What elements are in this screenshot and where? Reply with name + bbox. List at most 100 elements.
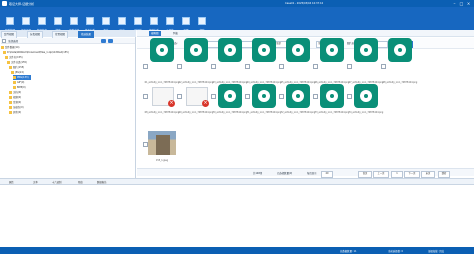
folder-icon <box>3 51 6 54</box>
app-logo-icon <box>2 1 7 6</box>
folder-icon <box>13 81 16 84</box>
thumbnail-image <box>216 82 244 110</box>
pager: 共148条 已选择数量(0) 每页显示 40 首页 上一页 1 下一页 末页 跳… <box>137 168 474 178</box>
gear-icon <box>218 38 242 62</box>
gear-icon <box>252 84 276 108</box>
broken-image-icon: × <box>186 87 209 107</box>
tree-node-label: 文件夹(155) <box>9 56 23 59</box>
thumbnail[interactable]: 73_activity_icon_74875d4d.png <box>313 82 351 117</box>
thumbnail-checkbox[interactable] <box>143 64 148 69</box>
tree-node[interactable]: 其他(0) <box>9 110 23 115</box>
thumbnail-checkbox[interactable] <box>313 64 318 69</box>
thumbnail-image <box>386 36 414 64</box>
status-bar: 总数据数量: 11 当前选择数: 0 证据加载: 完成 <box>0 247 474 254</box>
thumbnail[interactable]: × 68_activity_icon_74875d4d.png <box>143 82 181 117</box>
folder-icon <box>9 101 12 104</box>
gear-icon <box>388 38 412 62</box>
thumbnail-checkbox[interactable] <box>177 64 182 69</box>
refresh-icon[interactable] <box>101 39 106 43</box>
thumbnail-image: × <box>148 82 176 110</box>
thumbnail-caption: 155_1.jpeg <box>155 159 169 162</box>
error-icon: × <box>202 100 209 107</box>
next-page-button[interactable]: 下一页 <box>404 170 420 178</box>
thumbnail-image <box>148 36 176 64</box>
thumbnail-image <box>352 82 380 110</box>
add-evidence-icon <box>22 17 30 25</box>
building-shape <box>156 135 170 155</box>
gear-cog-shape <box>360 90 372 102</box>
tree-node-label: 压缩包(0) <box>13 106 24 109</box>
report-icon <box>102 17 110 25</box>
thumbnail[interactable]: 72_activity_icon_74875d4d.png <box>279 82 317 117</box>
last-page-button[interactable]: 末页 <box>421 170 435 178</box>
thumbnail-grid: 61_activity_icon_74875d4d.png 62_activity… <box>137 38 474 167</box>
gear-icon <box>150 38 174 62</box>
first-page-button[interactable]: 首页 <box>358 170 372 178</box>
gear-icon <box>184 38 208 62</box>
thumbnail-caption: 74_activity_icon_74875d4d.png <box>348 111 384 114</box>
maximize-icon[interactable]: □ <box>459 1 464 6</box>
gear-icon <box>286 84 310 108</box>
thumbnail-image <box>284 36 312 64</box>
search-icon <box>54 17 62 25</box>
gear-hole-shape <box>364 94 368 98</box>
page-number-input[interactable]: 1 <box>391 170 403 178</box>
thumbnail-checkbox[interactable] <box>245 64 250 69</box>
close-icon[interactable]: × <box>466 1 471 6</box>
link-icon <box>150 17 158 25</box>
folder-icon <box>11 71 14 74</box>
select-all-label: 全部选择 <box>8 39 19 43</box>
left-toolbar: 全部选择 <box>1 38 135 44</box>
minimize-icon[interactable]: – <box>452 1 457 6</box>
total-count: 共148条 <box>253 172 263 175</box>
folder-icon <box>13 76 16 79</box>
ribbon-toolbar: 案件管理添加证据数据恢复搜索文件过滤签名分析报告导出时间线关联分析工具集设置帮助 <box>0 7 474 32</box>
gear-cog-shape <box>224 44 236 56</box>
thumbnail-checkbox[interactable] <box>347 64 352 69</box>
thumbnail-image <box>318 36 346 64</box>
go-button[interactable]: 跳转 <box>438 170 450 178</box>
folder-icon <box>9 111 12 114</box>
tree-node-label: 图片(155) <box>13 66 25 69</box>
select-all-checkbox[interactable] <box>2 39 6 43</box>
thumbnail-checkbox[interactable] <box>211 64 216 69</box>
gear-cog-shape <box>292 90 304 102</box>
per-page-label: 每页显示 <box>307 172 317 175</box>
expand-icon[interactable] <box>108 39 113 43</box>
gear-hole-shape <box>228 94 232 98</box>
thumbnail-image: × <box>182 82 210 110</box>
thumbnail[interactable]: × 69_activity_icon_74875d4d.png <box>177 82 215 117</box>
thumbnail-image <box>318 82 346 110</box>
error-icon: × <box>168 100 175 107</box>
per-page-select[interactable]: 40 <box>321 170 333 178</box>
folder-icon <box>9 91 12 94</box>
gear-cog-shape <box>190 44 202 56</box>
gear-cog-shape <box>326 44 338 56</box>
prev-page-button[interactable]: 上一页 <box>373 170 389 178</box>
thumbnail[interactable]: 68_activity_icon_74875d4d.png <box>381 38 419 87</box>
gear-hole-shape <box>364 48 368 52</box>
title-bar: 取证大师-证据分析 Case01 - 2025/03/04 10:37:10 –… <box>0 0 474 7</box>
gear-icon <box>320 38 344 62</box>
thumbnail[interactable]: 74_activity_icon_74875d4d.png <box>347 82 385 117</box>
thumbnail-caption: 72_activity_icon_74875d4d.png <box>280 111 316 114</box>
gear-cog-shape <box>156 44 168 56</box>
thumbnail-image <box>182 36 210 64</box>
gear-icon <box>218 84 242 108</box>
gear-icon <box>354 38 378 62</box>
thumbnail[interactable]: 71_activity_icon_74875d4d.png <box>245 82 283 117</box>
tools-icon <box>166 17 174 25</box>
window-info: Case01 - 2025/03/04 10:37:10 <box>285 1 324 5</box>
thumbnail-caption: 69_activity_icon_74875d4d.png <box>178 111 214 114</box>
gear-hole-shape <box>262 48 266 52</box>
gear-cog-shape <box>258 90 270 102</box>
status-selected: 当前选择数: 0 <box>388 250 404 253</box>
thumbnail[interactable]: 155_1.jpeg <box>143 130 181 165</box>
folder-icon <box>7 61 10 64</box>
thumbnail-caption: 71_activity_icon_74875d4d.png <box>246 111 282 114</box>
thumbnail[interactable]: 70_activity_icon_74875d4d.png <box>211 82 249 117</box>
thumbnail-checkbox[interactable] <box>381 64 386 69</box>
gear-hole-shape <box>262 94 266 98</box>
thumbnail-checkbox[interactable] <box>279 64 284 69</box>
gear-hole-shape <box>160 48 164 52</box>
